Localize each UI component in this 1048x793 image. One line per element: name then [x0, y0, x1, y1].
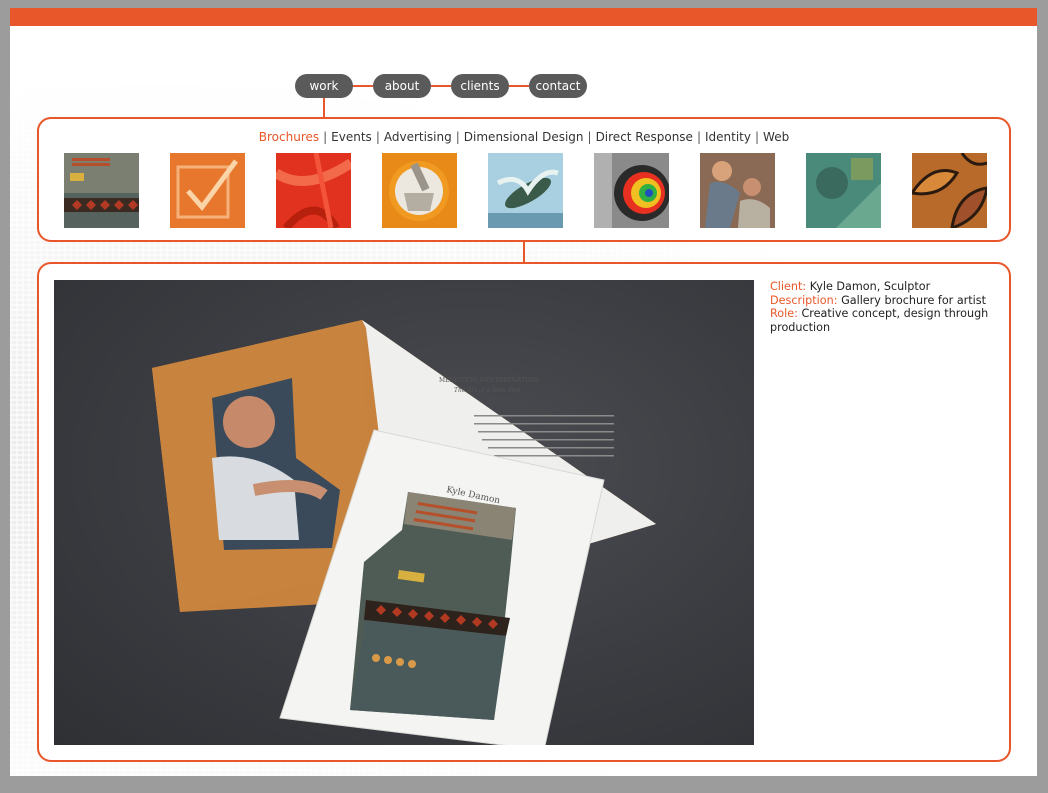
category-direct-response[interactable]: Direct Response [596, 130, 693, 144]
description-value: Gallery brochure for artist [841, 293, 986, 307]
colorful-lens-thumb[interactable] [594, 153, 669, 228]
client-row: Client: Kyle Damon, Sculptor [770, 280, 1000, 294]
category-advertising[interactable]: Advertising [384, 130, 452, 144]
category-menu: Brochures | Events | Advertising | Dimensional… [258, 130, 790, 144]
bird-sky-thumb[interactable] [488, 153, 563, 228]
role-row: Role: Creative concept, design through p… [770, 307, 1000, 334]
category-brochures[interactable]: Brochures [259, 130, 319, 144]
page-frame: Traher Design work about clients contact… [10, 8, 1037, 776]
brochure-photo: MEDIATION AND INNOVATION: The Art of a N… [54, 280, 754, 745]
project-detail-panel: MEDIATION AND INNOVATION: The Art of a N… [37, 262, 1011, 762]
nav-clients[interactable]: clients [451, 74, 509, 98]
red-abstract-thumb[interactable] [276, 153, 351, 228]
spread-subheading: The Art of a New Tool [454, 387, 521, 394]
nav-about[interactable]: about [373, 74, 431, 98]
category-dimensional-design[interactable]: Dimensional Design [464, 130, 584, 144]
brand-logo[interactable]: Traher Design [38, 42, 220, 67]
category-events[interactable]: Events [331, 130, 372, 144]
nav-connector [323, 98, 325, 117]
project-info: Client: Kyle Damon, Sculptor Description… [770, 280, 1000, 334]
orange-checkbox-thumb[interactable] [170, 153, 245, 228]
green-abstract-thumb[interactable] [806, 153, 881, 228]
category-panel: Brochures | Events | Advertising | Dimensional… [37, 117, 1011, 242]
role-value: Creative concept, design through product… [770, 307, 989, 334]
role-label: Role: [770, 307, 798, 320]
category-web[interactable]: Web [763, 130, 789, 144]
client-label: Client: [770, 280, 807, 293]
nav-contact[interactable]: contact [529, 74, 587, 98]
painting-figures-thumb[interactable] [700, 153, 775, 228]
sculpture-brochure-thumb[interactable] [64, 153, 139, 228]
client-value: Kyle Damon, Sculptor [809, 280, 931, 293]
panel-connector [523, 242, 525, 262]
header-band [10, 8, 1037, 26]
mortar-pestle-thumb[interactable] [382, 153, 457, 228]
description-label: Description: [770, 293, 838, 307]
nav-work[interactable]: work [295, 74, 353, 98]
spread-heading: MEDIATION AND INNOVATION: [439, 377, 539, 384]
category-identity[interactable]: Identity [705, 130, 751, 144]
description-row: Description: Gallery brochure for artist [770, 294, 1000, 308]
leaf-pattern-thumb[interactable] [912, 153, 987, 228]
